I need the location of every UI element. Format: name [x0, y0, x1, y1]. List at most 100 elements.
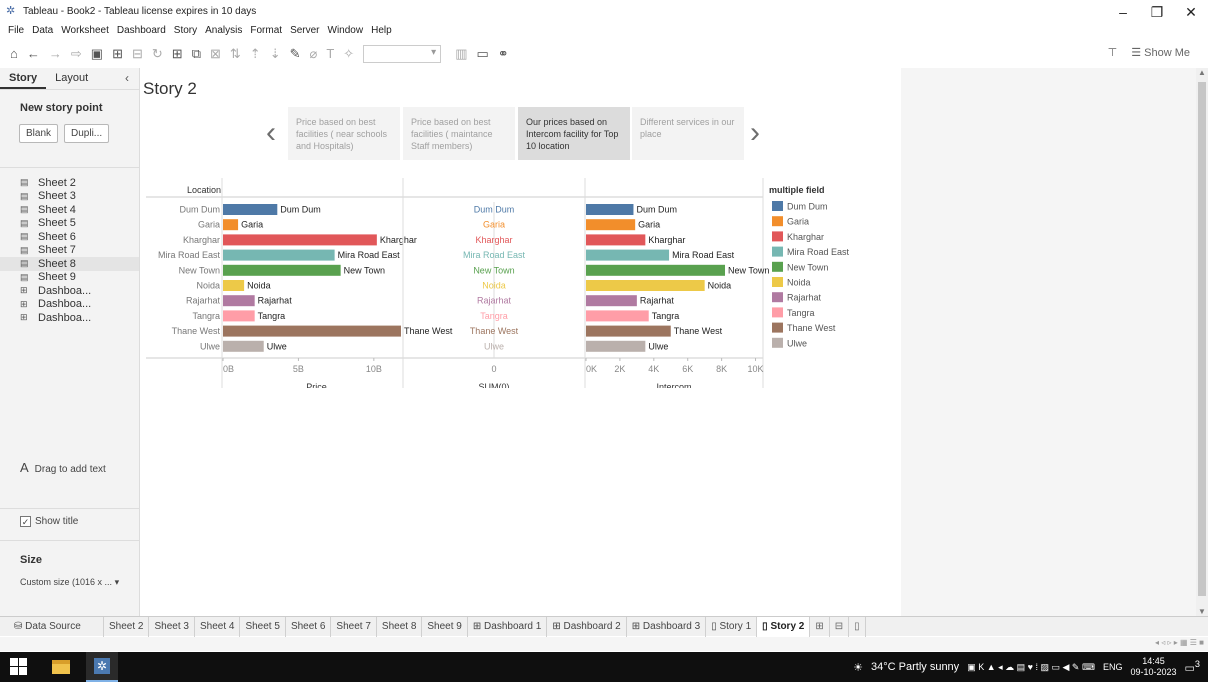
- new-dashboard-tab-icon[interactable]: ⊟: [830, 616, 850, 637]
- sheet-tab[interactable]: Sheet 8: [377, 616, 423, 637]
- collapse-icon[interactable]: ‹: [125, 71, 129, 85]
- pin-icon[interactable]: ⊤: [1108, 46, 1118, 59]
- show-title-option[interactable]: ✓ Show title: [20, 516, 78, 527]
- maximize-button[interactable]: ❐: [1140, 0, 1174, 24]
- weather-text[interactable]: 34°C Partly sunny: [871, 661, 959, 673]
- size-dropdown[interactable]: Custom size (1016 x ... ▾: [20, 577, 119, 588]
- show-title-checkbox[interactable]: ✓: [20, 516, 31, 527]
- scroll-down-icon[interactable]: ▼: [1198, 607, 1206, 616]
- sheet-list-item[interactable]: ▤ Sheet 6: [0, 230, 139, 244]
- tab-data-source[interactable]: ⛁ Data Source: [0, 616, 104, 637]
- menu-worksheet[interactable]: Worksheet: [61, 25, 109, 36]
- new-worksheet-tab-icon[interactable]: ⊞: [810, 616, 830, 637]
- scroll-up-icon[interactable]: ▲: [1198, 68, 1206, 77]
- previous-story-point-icon[interactable]: ‹: [266, 118, 276, 148]
- weather-icon[interactable]: ☀: [853, 661, 863, 674]
- sheet-list-item[interactable]: ▤ Sheet 4: [0, 203, 139, 217]
- new-worksheet-icon[interactable]: ⊞: [172, 40, 183, 68]
- sheet-tab[interactable]: Sheet 4: [195, 616, 241, 637]
- menu-story[interactable]: Story: [174, 25, 197, 36]
- highlight-icon[interactable]: ✎: [290, 40, 301, 68]
- save-icon[interactable]: ▣: [91, 40, 103, 68]
- sheet-list-item[interactable]: ▤ Sheet 8: [0, 257, 139, 271]
- sheet-tab[interactable]: Sheet 6: [286, 616, 332, 637]
- tick-label: 4K: [648, 364, 659, 374]
- language-indicator[interactable]: ENG: [1103, 662, 1123, 672]
- menu-data[interactable]: Data: [32, 25, 53, 36]
- sheet-list-item[interactable]: ▤ Sheet 5: [0, 217, 139, 231]
- sheet-list-item[interactable]: ▤ Sheet 9: [0, 271, 139, 285]
- sheet-tab[interactable]: Sheet 9: [422, 616, 468, 637]
- windows-start-icon[interactable]: [10, 658, 28, 676]
- home-icon[interactable]: ⌂: [10, 40, 18, 68]
- menu-format[interactable]: Format: [250, 25, 282, 36]
- new-datasource-icon[interactable]: ⊞: [112, 40, 123, 68]
- sheet-tab-label: Story 2: [770, 620, 805, 632]
- presentation-icon[interactable]: ▭: [477, 40, 489, 68]
- menu-analysis[interactable]: Analysis: [205, 25, 242, 36]
- sheet-list-item[interactable]: ▤ Sheet 7: [0, 244, 139, 258]
- fit-dropdown[interactable]: [363, 45, 442, 63]
- group-icon[interactable]: ⌀: [310, 40, 318, 68]
- legend-swatch: [772, 322, 783, 333]
- tab-layout[interactable]: Layout: [46, 68, 97, 89]
- file-explorer-icon[interactable]: [52, 660, 70, 674]
- duplicate-button[interactable]: Dupli...: [64, 124, 110, 143]
- cards-icon[interactable]: ▥: [455, 40, 467, 68]
- tray-app-icons[interactable]: ▣ K ▲ ◂ ☁ ▤ ♥ ⁞ ▨ ▭ ◀ ✎ ⌨: [967, 662, 1095, 673]
- sheet-tab[interactable]: ▯ Story 2: [757, 616, 811, 637]
- clear-sheet-icon[interactable]: ⊠: [210, 40, 221, 68]
- notification-icon[interactable]: ▭3: [1185, 659, 1201, 675]
- sheet-tab[interactable]: ⊞ Dashboard 2: [547, 616, 627, 637]
- story-point-3[interactable]: Our prices based on Intercom facility fo…: [518, 107, 630, 160]
- forward-icon[interactable]: →: [49, 40, 62, 68]
- sheet-tab[interactable]: ▯ Story 1: [706, 616, 758, 637]
- sort-asc-icon[interactable]: ⇡: [250, 40, 261, 68]
- close-button[interactable]: ✕: [1174, 0, 1208, 24]
- scroll-thumb[interactable]: [1198, 82, 1206, 596]
- swap-icon[interactable]: ⇅: [230, 40, 241, 68]
- sheet-tab[interactable]: ⊞ Dashboard 3: [627, 616, 707, 637]
- blank-button[interactable]: Blank: [19, 124, 59, 143]
- story-point-2[interactable]: Price based on best facilities ( maintan…: [403, 107, 515, 160]
- story-point-1[interactable]: Price based on best facilities ( near sc…: [288, 107, 400, 160]
- refresh-icon[interactable]: ↻: [152, 40, 163, 68]
- drag-to-add-text[interactable]: A Drag to add text: [20, 460, 106, 475]
- window-controls: – ❐ ✕: [1106, 0, 1208, 24]
- divider: [0, 508, 140, 509]
- labels-icon[interactable]: T: [326, 40, 334, 68]
- redo-icon[interactable]: ⇨: [71, 40, 82, 68]
- sheet-tab[interactable]: Sheet 2: [104, 616, 150, 637]
- sheet-tab[interactable]: Sheet 3: [149, 616, 195, 637]
- sheet-list-item[interactable]: ⊞ Dashboa...: [0, 284, 139, 298]
- sheet-tab[interactable]: ⊞ Dashboard 1: [468, 616, 548, 637]
- sheet-list-item-label: Sheet 2: [38, 176, 76, 189]
- sheet-tab[interactable]: Sheet 7: [331, 616, 377, 637]
- share-icon[interactable]: ⚭: [498, 40, 509, 68]
- sheet-tab[interactable]: Sheet 5: [240, 616, 286, 637]
- sort-desc-icon[interactable]: ⇣: [270, 40, 281, 68]
- menu-file[interactable]: File: [8, 25, 24, 36]
- menu-server[interactable]: Server: [290, 25, 319, 36]
- sheet-list-item[interactable]: ▤ Sheet 3: [0, 190, 139, 204]
- clock[interactable]: 14:45 09-10-2023: [1130, 656, 1176, 678]
- pause-updates-icon[interactable]: ⊟: [132, 40, 143, 68]
- back-icon[interactable]: ←: [27, 40, 40, 68]
- next-story-point-icon[interactable]: ›: [750, 118, 760, 148]
- show-me-button[interactable]: ☰ Show Me: [1131, 46, 1190, 59]
- new-story-tab-icon[interactable]: ▯: [849, 616, 866, 637]
- menu-window[interactable]: Window: [328, 25, 364, 36]
- duplicate-sheet-icon[interactable]: ⧉: [192, 40, 201, 68]
- menu-help[interactable]: Help: [371, 25, 392, 36]
- sheet-list-item[interactable]: ⊞ Dashboa...: [0, 311, 139, 325]
- vertical-scrollbar[interactable]: ▲ ▼: [1196, 68, 1208, 616]
- fix-axes-icon[interactable]: ✧: [343, 40, 354, 68]
- minimize-button[interactable]: –: [1106, 0, 1140, 24]
- menu-dashboard[interactable]: Dashboard: [117, 25, 166, 36]
- status-nav-icons[interactable]: ◂ ◃ ▹ ▸ ▦ ☰ ■: [1155, 638, 1204, 647]
- tab-story[interactable]: Story: [0, 68, 47, 89]
- sheet-list-item[interactable]: ▤ Sheet 2: [0, 176, 139, 190]
- sheet-list-item[interactable]: ⊞ Dashboa...: [0, 298, 139, 312]
- tableau-taskbar-button[interactable]: ✲: [86, 652, 118, 682]
- story-point-4[interactable]: Different services in our place: [632, 107, 744, 160]
